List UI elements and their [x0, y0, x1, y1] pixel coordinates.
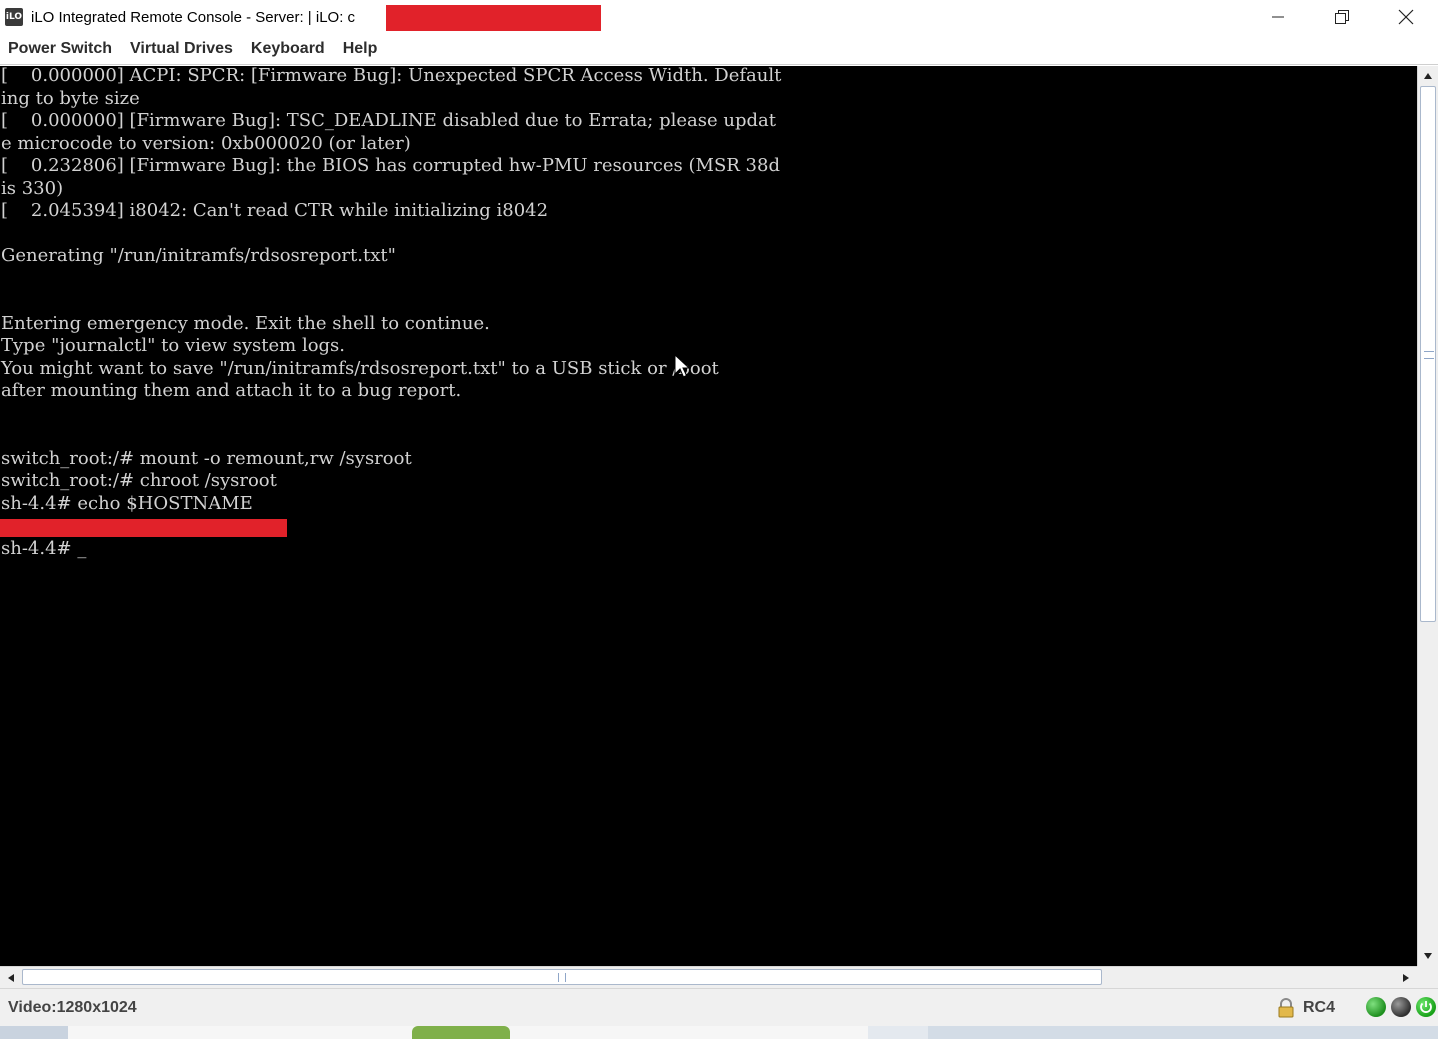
redaction-bar-title — [386, 5, 601, 31]
console-line: Entering emergency mode. Exit the shell … — [1, 312, 490, 334]
console-line: You might want to save "/run/initramfs/r… — [1, 357, 719, 379]
horizontal-scroll-thumb[interactable] — [22, 969, 1102, 985]
close-icon — [1398, 9, 1414, 25]
console-line: switch_root:/# mount -o remount,rw /sysr… — [1, 447, 412, 469]
status-bar: Video:1280x1024 RC4 — [0, 988, 1438, 1026]
background-taskbar-strip — [0, 1026, 1438, 1039]
grip-icon — [1424, 351, 1434, 359]
scroll-left-button[interactable] — [0, 967, 22, 988]
power-icon[interactable] — [1416, 997, 1436, 1017]
menu-power-switch[interactable]: Power Switch — [0, 34, 121, 64]
console-line: [ 2.045394] i8042: Can't read CTR while … — [1, 200, 549, 221]
console-line: sh-4.4# echo $HOSTNAME — [1, 492, 253, 514]
vertical-scroll-thumb[interactable] — [1420, 86, 1436, 622]
scroll-right-button[interactable] — [1395, 967, 1417, 988]
menu-virtual-drives[interactable]: Virtual Drives — [121, 34, 242, 64]
grip-icon — [558, 973, 566, 982]
console-output: [ 0.000000] ACPI: SPCR: [Firmware Bug]: … — [1, 66, 781, 560]
console-line: ing to byte size — [1, 87, 140, 109]
scrollbar-corner — [1417, 966, 1438, 988]
video-resolution: Video:1280x1024 — [8, 999, 137, 1016]
console-line: is 330) — [1, 177, 64, 199]
console-line: e microcode to version: 0xb000020 (or la… — [1, 132, 411, 154]
menu-help[interactable]: Help — [334, 34, 387, 64]
console-line: sh-4.4# _ — [1, 537, 87, 559]
arrow-left-icon — [8, 973, 14, 982]
taskbar-segment — [868, 1026, 928, 1039]
ilo-app-icon: iLO — [5, 8, 23, 26]
minimize-icon — [1272, 16, 1284, 18]
arrow-down-icon — [1424, 953, 1432, 959]
console-line: [ 0.000000] [Firmware Bug]: TSC_DEADLINE… — [1, 110, 776, 131]
title-bar: iLO iLO Integrated Remote Console - Serv… — [0, 0, 1438, 34]
console-line: [ 0.000000] ACPI: SPCR: [Firmware Bug]: … — [1, 66, 782, 86]
menu-keyboard[interactable]: Keyboard — [242, 34, 334, 64]
power-symbol-icon — [1420, 1001, 1432, 1013]
remote-console-screen[interactable]: [ 0.000000] ACPI: SPCR: [Firmware Bug]: … — [0, 66, 1417, 966]
encryption-label: RC4 — [1303, 999, 1336, 1016]
menu-bar: Power Switch Virtual Drives Keyboard Hel… — [0, 34, 1438, 65]
arrow-right-icon — [1403, 973, 1409, 982]
close-button[interactable] — [1374, 0, 1438, 34]
restore-icon — [1335, 10, 1349, 24]
console-line: [ 0.232806] [Firmware Bug]: the BIOS has… — [1, 155, 780, 176]
redaction-bar-hostname — [0, 519, 287, 537]
console-line: Type "journalctl" to view system logs. — [1, 335, 346, 356]
vertical-scrollbar[interactable] — [1417, 66, 1438, 966]
mouse-cursor-icon — [674, 354, 691, 378]
arrow-up-icon — [1424, 73, 1432, 79]
console-line: switch_root:/# chroot /sysroot — [1, 470, 277, 491]
status-led-green — [1366, 997, 1386, 1017]
horizontal-scrollbar[interactable] — [0, 966, 1417, 988]
minimize-button[interactable] — [1246, 0, 1310, 34]
taskbar-segment — [0, 1026, 68, 1039]
console-line: after mounting them and attach it to a b… — [1, 380, 462, 401]
window-title: iLO Integrated Remote Console - Server: … — [31, 8, 356, 26]
taskbar-app-icon — [412, 1026, 510, 1039]
restore-button[interactable] — [1310, 0, 1374, 34]
console-line: Generating "/run/initramfs/rdsosreport.t… — [1, 245, 396, 266]
lock-icon — [1278, 998, 1294, 1018]
scroll-down-button[interactable] — [1418, 946, 1438, 966]
status-led-gray — [1391, 997, 1411, 1017]
scroll-up-button[interactable] — [1418, 66, 1438, 86]
taskbar-segment — [928, 1026, 1438, 1039]
